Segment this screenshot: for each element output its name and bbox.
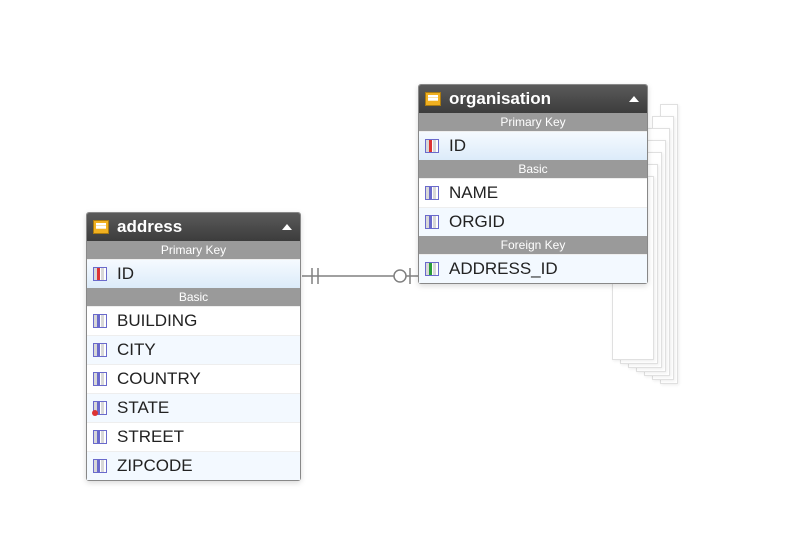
field-label: STREET — [117, 427, 294, 447]
field-address-street[interactable]: STREET — [87, 422, 300, 451]
field-label: ID — [117, 264, 294, 284]
entity-address-title: address — [117, 217, 182, 237]
fk-icon — [425, 262, 439, 276]
column-icon — [93, 459, 107, 473]
column-icon — [93, 430, 107, 444]
field-label: COUNTRY — [117, 369, 294, 389]
column-icon — [93, 401, 107, 415]
pk-icon — [425, 139, 439, 153]
column-icon — [93, 343, 107, 357]
column-icon — [425, 186, 439, 200]
section-primary-key: Primary Key — [87, 241, 300, 259]
field-address-city[interactable]: CITY — [87, 335, 300, 364]
column-icon — [425, 215, 439, 229]
section-basic: Basic — [87, 288, 300, 306]
field-label: ID — [449, 136, 641, 156]
field-organisation-orgid[interactable]: ORGID — [419, 207, 647, 236]
field-label: ORGID — [449, 212, 641, 232]
field-organisation-id[interactable]: ID — [419, 131, 647, 160]
entity-organisation-header[interactable]: organisation — [419, 85, 647, 113]
entity-address-header[interactable]: address — [87, 213, 300, 241]
field-address-state[interactable]: STATE — [87, 393, 300, 422]
section-basic: Basic — [419, 160, 647, 178]
field-organisation-name[interactable]: NAME — [419, 178, 647, 207]
field-label: ZIPCODE — [117, 456, 294, 476]
entity-organisation[interactable]: organisation Primary Key ID Basic NAME O… — [418, 84, 648, 284]
entity-organisation-title: organisation — [449, 89, 551, 109]
field-address-country[interactable]: COUNTRY — [87, 364, 300, 393]
field-organisation-addressid[interactable]: ADDRESS_ID — [419, 254, 647, 283]
field-label: BUILDING — [117, 311, 294, 331]
field-label: CITY — [117, 340, 294, 360]
column-icon — [93, 372, 107, 386]
field-label: STATE — [117, 398, 294, 418]
field-address-id[interactable]: ID — [87, 259, 300, 288]
field-address-zipcode[interactable]: ZIPCODE — [87, 451, 300, 480]
field-address-building[interactable]: BUILDING — [87, 306, 300, 335]
field-label: ADDRESS_ID — [449, 259, 641, 279]
table-icon — [425, 92, 441, 106]
section-primary-key: Primary Key — [419, 113, 647, 131]
field-label: NAME — [449, 183, 641, 203]
collapse-icon[interactable] — [282, 224, 292, 230]
collapse-icon[interactable] — [629, 96, 639, 102]
section-foreign-key: Foreign Key — [419, 236, 647, 254]
column-icon — [93, 314, 107, 328]
entity-address[interactable]: address Primary Key ID Basic BUILDING CI… — [86, 212, 301, 481]
table-icon — [93, 220, 109, 234]
pk-icon — [93, 267, 107, 281]
